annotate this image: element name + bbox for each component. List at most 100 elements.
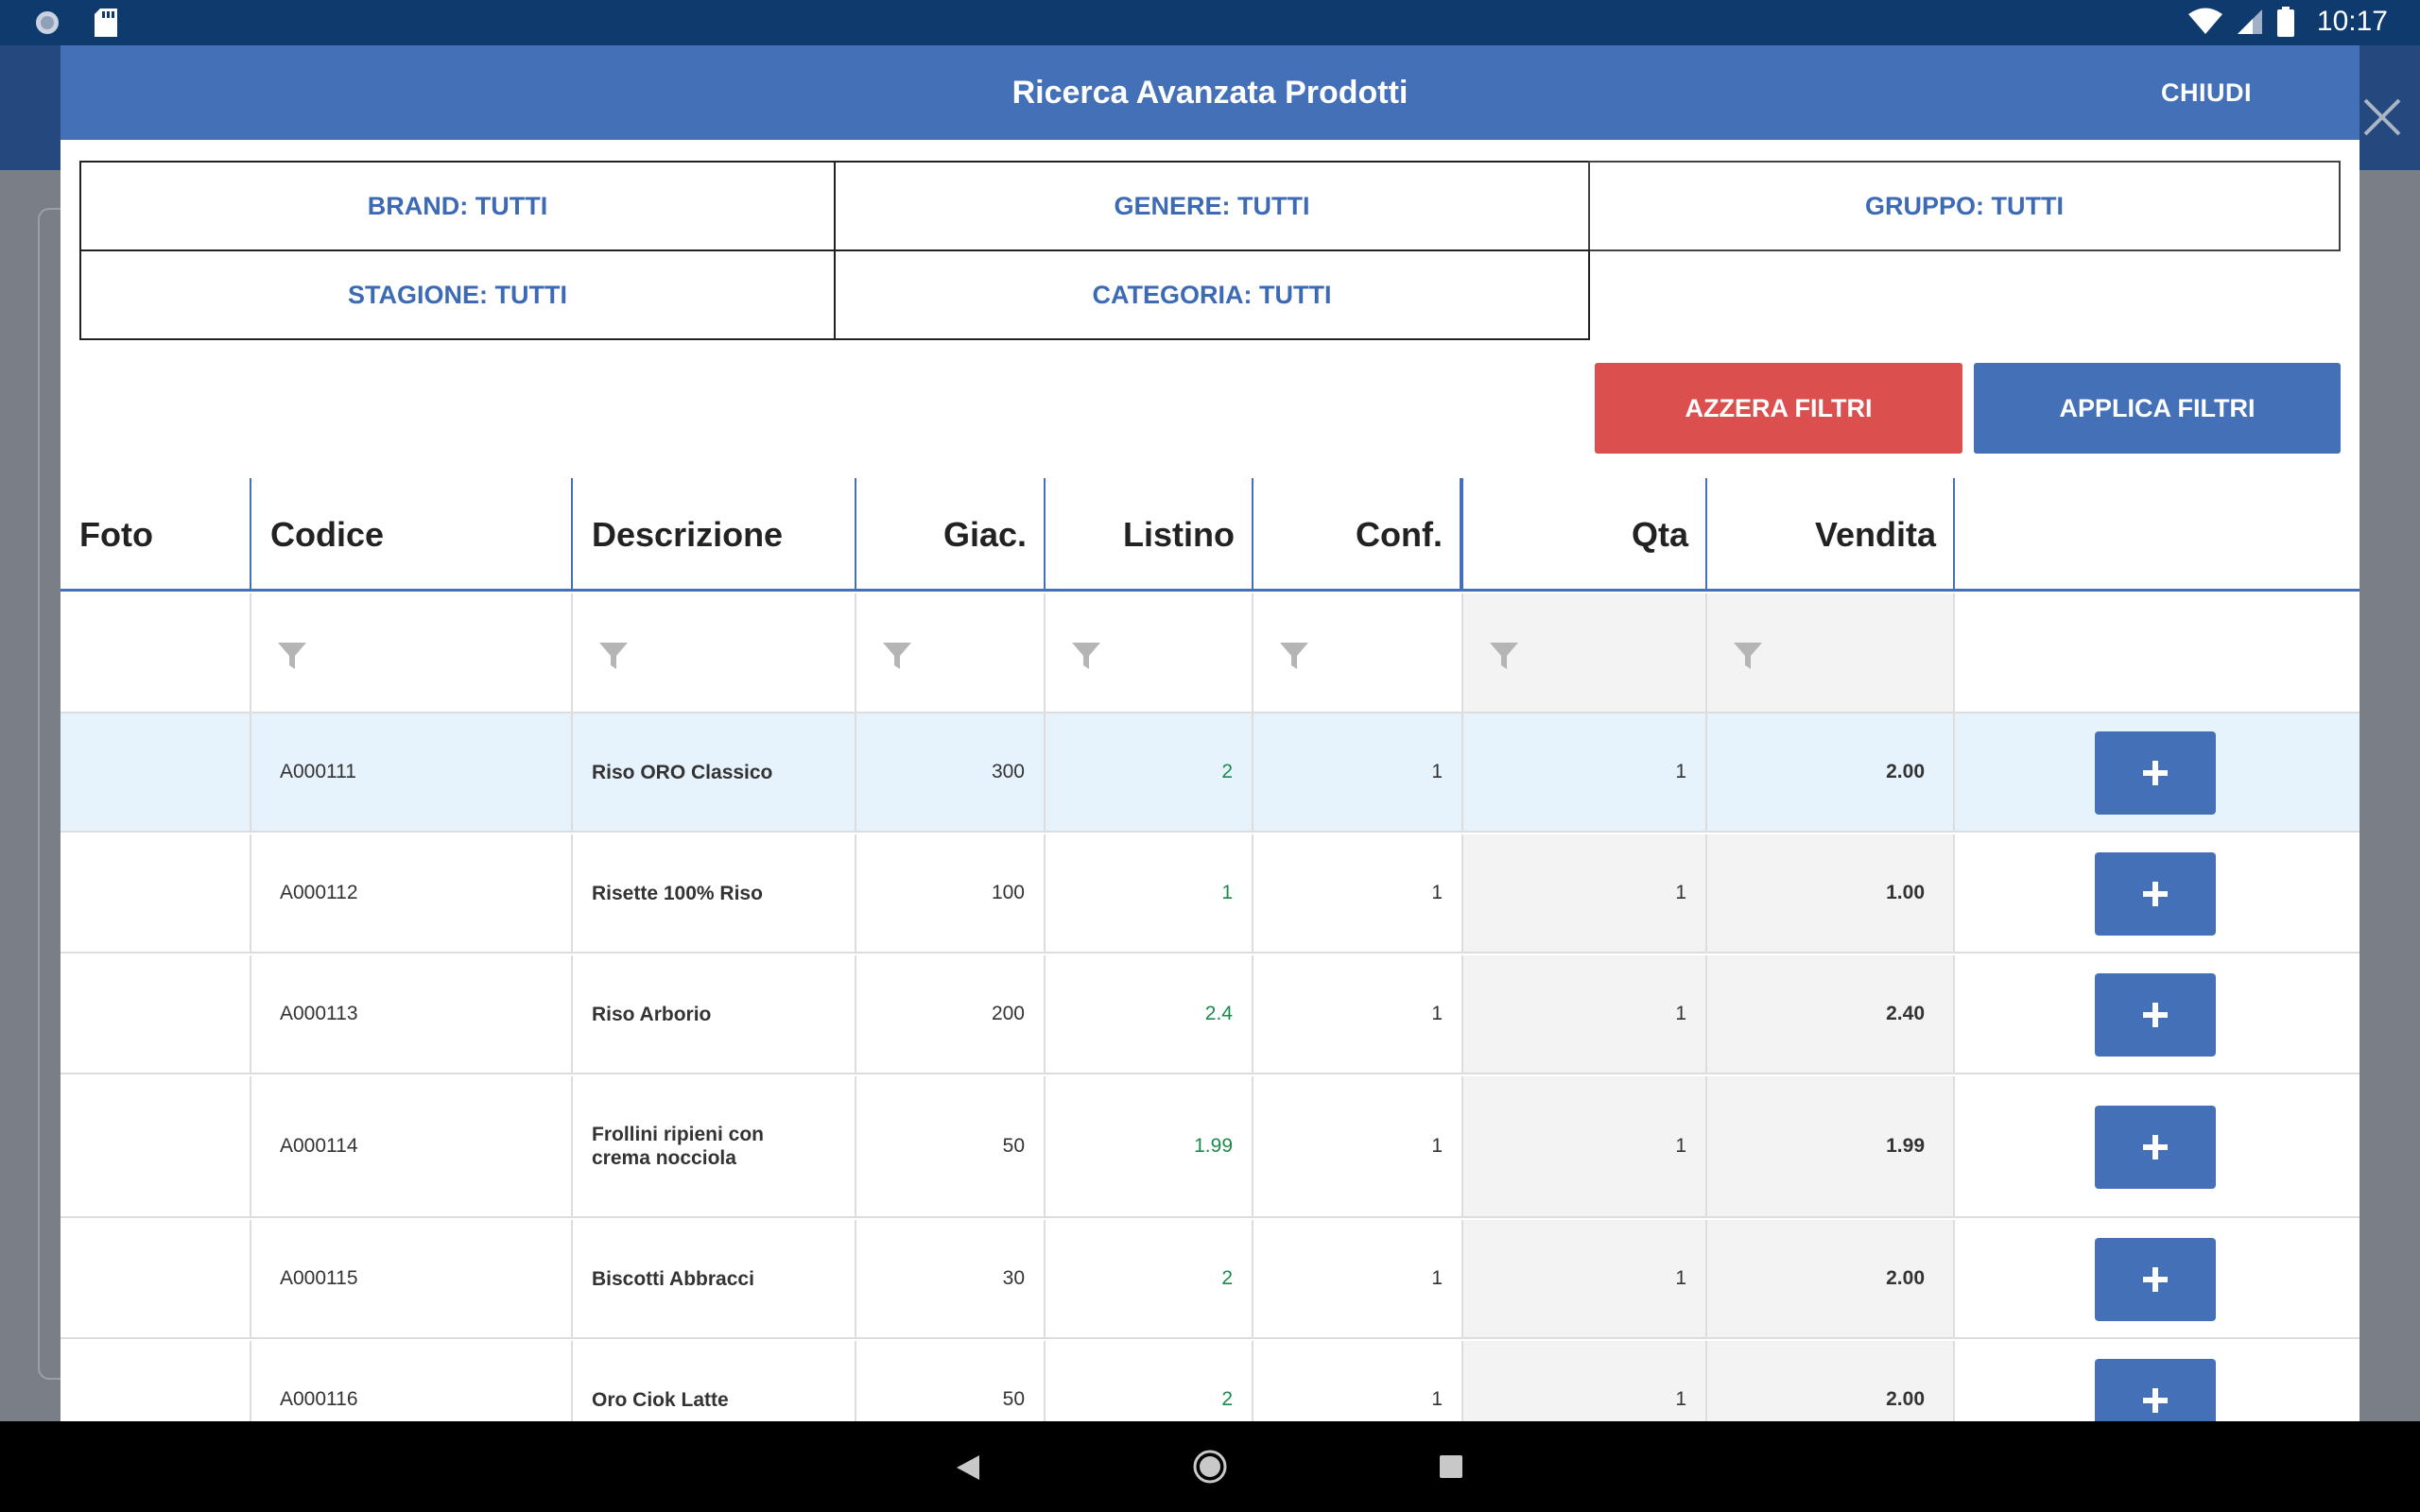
cell-codice-value: A000114 — [280, 1135, 358, 1157]
cell-giacenza: 300 — [856, 713, 1046, 831]
filter-cell-listino[interactable] — [1046, 593, 1253, 712]
funnel-icon[interactable] — [1490, 641, 1518, 671]
table-row[interactable]: A000116 Oro Ciok Latte 50 2 1 1 2.00 — [60, 1341, 2360, 1421]
column-header-confezione[interactable]: Conf. — [1253, 478, 1461, 590]
cell-confezione: 1 — [1253, 1341, 1463, 1421]
cell-giacenza-value: 50 — [1002, 1388, 1025, 1410]
filter-gruppo[interactable]: GRUPPO: TUTTI — [1588, 161, 2341, 251]
cell-quantita[interactable]: 1 — [1463, 955, 1707, 1073]
signal-icon — [2237, 9, 2262, 34]
cell-codice: A000116 — [251, 1341, 573, 1421]
cell-quantita[interactable]: 1 — [1463, 713, 1707, 831]
cell-vendita-value: 2.00 — [1886, 1388, 1925, 1410]
cell-codice: A000111 — [251, 713, 573, 831]
cell-codice-value: A000111 — [280, 761, 356, 782]
cell-descrizione: Riso ORO Classico — [573, 713, 856, 831]
cell-codice-value: A000113 — [280, 1003, 358, 1024]
cell-vendita: 1.00 — [1707, 834, 1955, 952]
cell-confezione-value: 1 — [1431, 1267, 1443, 1289]
funnel-icon[interactable] — [278, 641, 306, 671]
cell-codice: A000113 — [251, 955, 573, 1073]
cell-foto — [60, 955, 251, 1073]
add-product-button[interactable] — [2095, 1359, 2216, 1421]
table-row[interactable]: A000115 Biscotti Abbracci 30 2 1 1 2.00 — [60, 1220, 2360, 1339]
column-divider — [1460, 478, 1463, 592]
filter-cell-vendita[interactable] — [1707, 593, 1955, 712]
notification-icon — [36, 11, 59, 34]
cell-listino: 2.4 — [1046, 955, 1253, 1073]
cell-quantita[interactable]: 1 — [1463, 834, 1707, 952]
add-product-button[interactable] — [2095, 973, 2216, 1057]
cell-descrizione-value: Riso ORO Classico — [592, 761, 773, 783]
cell-codice: A000112 — [251, 834, 573, 952]
column-header-codice[interactable]: Codice — [251, 478, 573, 590]
cell-quantita[interactable]: 1 — [1463, 1076, 1707, 1216]
plus-icon — [2143, 1135, 2168, 1160]
filter-cell-quantita[interactable] — [1463, 593, 1707, 712]
filter-genere[interactable]: GENERE: TUTTI — [834, 161, 1590, 251]
column-header-descrizione[interactable]: Descrizione — [573, 478, 856, 590]
home-icon[interactable] — [1193, 1450, 1227, 1484]
cell-quantita[interactable]: 1 — [1463, 1341, 1707, 1421]
funnel-icon[interactable] — [1734, 641, 1762, 671]
cell-foto — [60, 1341, 251, 1421]
cell-listino-value: 2 — [1221, 1388, 1233, 1410]
cell-confezione-value: 1 — [1431, 882, 1443, 903]
filter-cell-codice[interactable] — [251, 593, 573, 712]
table-row[interactable]: A000114 Frollini ripieni con crema noccio… — [60, 1076, 2360, 1218]
cell-listino-value: 2 — [1221, 761, 1233, 782]
column-header-giacenza[interactable]: Giac. — [856, 478, 1046, 590]
add-product-button[interactable] — [2095, 1238, 2216, 1321]
funnel-icon[interactable] — [1072, 641, 1100, 671]
filter-stagione[interactable]: STAGIONE: TUTTI — [79, 249, 836, 340]
cell-codice-value: A000116 — [280, 1388, 358, 1410]
cell-giacenza: 30 — [856, 1220, 1046, 1337]
recents-icon[interactable] — [1439, 1454, 1463, 1479]
cell-vendita-value: 2.00 — [1886, 761, 1925, 782]
add-product-button[interactable] — [2095, 852, 2216, 936]
table-row[interactable]: A000112 Risette 100% Riso 100 1 1 1 1.00 — [60, 834, 2360, 954]
back-icon[interactable] — [955, 1453, 981, 1482]
status-bar: 10:17 — [0, 0, 2420, 45]
close-button[interactable]: CHIUDI — [2161, 45, 2252, 140]
column-header-listino[interactable]: Listino — [1046, 478, 1253, 590]
column-header-quantita[interactable]: Qta — [1463, 478, 1707, 590]
column-divider — [1953, 478, 1955, 592]
filter-brand[interactable]: BRAND: TUTTI — [79, 161, 836, 251]
cell-codice: A000114 — [251, 1076, 573, 1216]
cell-quantita[interactable]: 1 — [1463, 1220, 1707, 1337]
table-row[interactable]: A000113 Riso Arborio 200 2.4 1 1 2.40 — [60, 955, 2360, 1074]
add-product-button[interactable] — [2095, 1106, 2216, 1189]
navigation-bar — [0, 1421, 2420, 1512]
cell-quantita-value: 1 — [1675, 1135, 1686, 1157]
column-divider — [250, 478, 251, 592]
cell-descrizione-value: Riso Arborio — [592, 1003, 712, 1025]
cell-descrizione: Frollini ripieni con crema nocciola — [573, 1076, 856, 1216]
cell-listino: 1.99 — [1046, 1076, 1253, 1216]
add-product-button[interactable] — [2095, 731, 2216, 815]
cell-codice-value: A000112 — [280, 882, 358, 903]
reset-filters-button[interactable]: AZZERA FILTRI — [1595, 363, 1962, 454]
funnel-icon[interactable] — [883, 641, 911, 671]
column-filter-row — [60, 593, 2360, 713]
filter-cell-giacenza[interactable] — [856, 593, 1046, 712]
funnel-icon[interactable] — [1280, 641, 1308, 671]
filter-categoria[interactable]: CATEGORIA: TUTTI — [834, 249, 1590, 340]
sd-card-icon — [95, 9, 117, 37]
cell-giacenza-value: 300 — [991, 761, 1025, 782]
filter-cell-confezione[interactable] — [1253, 593, 1463, 712]
cell-giacenza-value: 30 — [1002, 1267, 1025, 1289]
column-header-foto[interactable]: Foto — [60, 478, 250, 590]
cell-descrizione-value: Frollini ripieni con crema nocciola — [592, 1124, 765, 1169]
cell-giacenza-value: 200 — [991, 1003, 1025, 1024]
cell-confezione: 1 — [1253, 955, 1463, 1073]
table-row[interactable]: A000111 Riso ORO Classico 300 2 1 1 2.00 — [60, 713, 2360, 833]
wifi-icon — [2187, 8, 2222, 34]
column-header-vendita[interactable]: Vendita — [1707, 478, 1955, 590]
cell-giacenza-value: 50 — [1002, 1135, 1025, 1157]
funnel-icon[interactable] — [599, 641, 628, 671]
cell-listino: 2 — [1046, 713, 1253, 831]
cell-confezione: 1 — [1253, 834, 1463, 952]
filter-cell-descrizione[interactable] — [573, 593, 856, 712]
apply-filters-button[interactable]: APPLICA FILTRI — [1974, 363, 2341, 454]
